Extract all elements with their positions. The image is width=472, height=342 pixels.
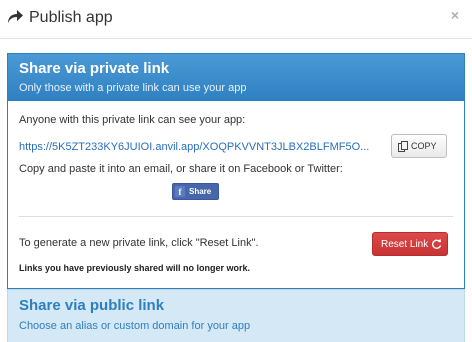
modal-header: Publish app × xyxy=(0,0,472,39)
private-link[interactable]: https://5K5ZT233KY6JUIOI.anvil.app/XOQPK… xyxy=(19,140,381,154)
private-link-panel: Share via private link Only those with a… xyxy=(7,53,465,289)
reset-instructions: To generate a new private link, click "R… xyxy=(19,237,259,249)
paste-instructions: Copy and paste it into an email, or shar… xyxy=(19,163,343,175)
copy-button[interactable]: COPY xyxy=(391,134,447,158)
share-arrow-icon xyxy=(8,10,23,23)
private-panel-heading: Share via private link Only those with a… xyxy=(8,54,464,101)
private-panel-title: Share via private link xyxy=(19,60,170,77)
facebook-icon: f xyxy=(175,186,185,197)
close-icon[interactable]: × xyxy=(451,7,459,23)
private-link-intro: Anyone with this private link can see yo… xyxy=(19,114,246,126)
refresh-icon xyxy=(432,238,442,249)
copy-icon xyxy=(398,141,408,152)
reset-link-label: Reset Link xyxy=(381,239,429,250)
public-panel-title: Share via public link xyxy=(19,297,165,314)
facebook-share-button[interactable]: f Share xyxy=(172,183,219,200)
reset-link-button[interactable]: Reset Link xyxy=(372,232,448,256)
facebook-share-label: Share xyxy=(189,187,212,196)
modal-title: Publish app xyxy=(29,9,113,26)
copy-button-label: COPY xyxy=(411,141,437,151)
private-panel-subtitle: Only those with a private link can use y… xyxy=(19,82,247,94)
divider xyxy=(19,216,453,217)
public-panel-subtitle: Choose an alias or custom domain for you… xyxy=(19,320,251,332)
public-link-panel[interactable]: Share via public link Choose an alias or… xyxy=(7,289,465,342)
reset-warning: Links you have previously shared will no… xyxy=(19,263,251,273)
